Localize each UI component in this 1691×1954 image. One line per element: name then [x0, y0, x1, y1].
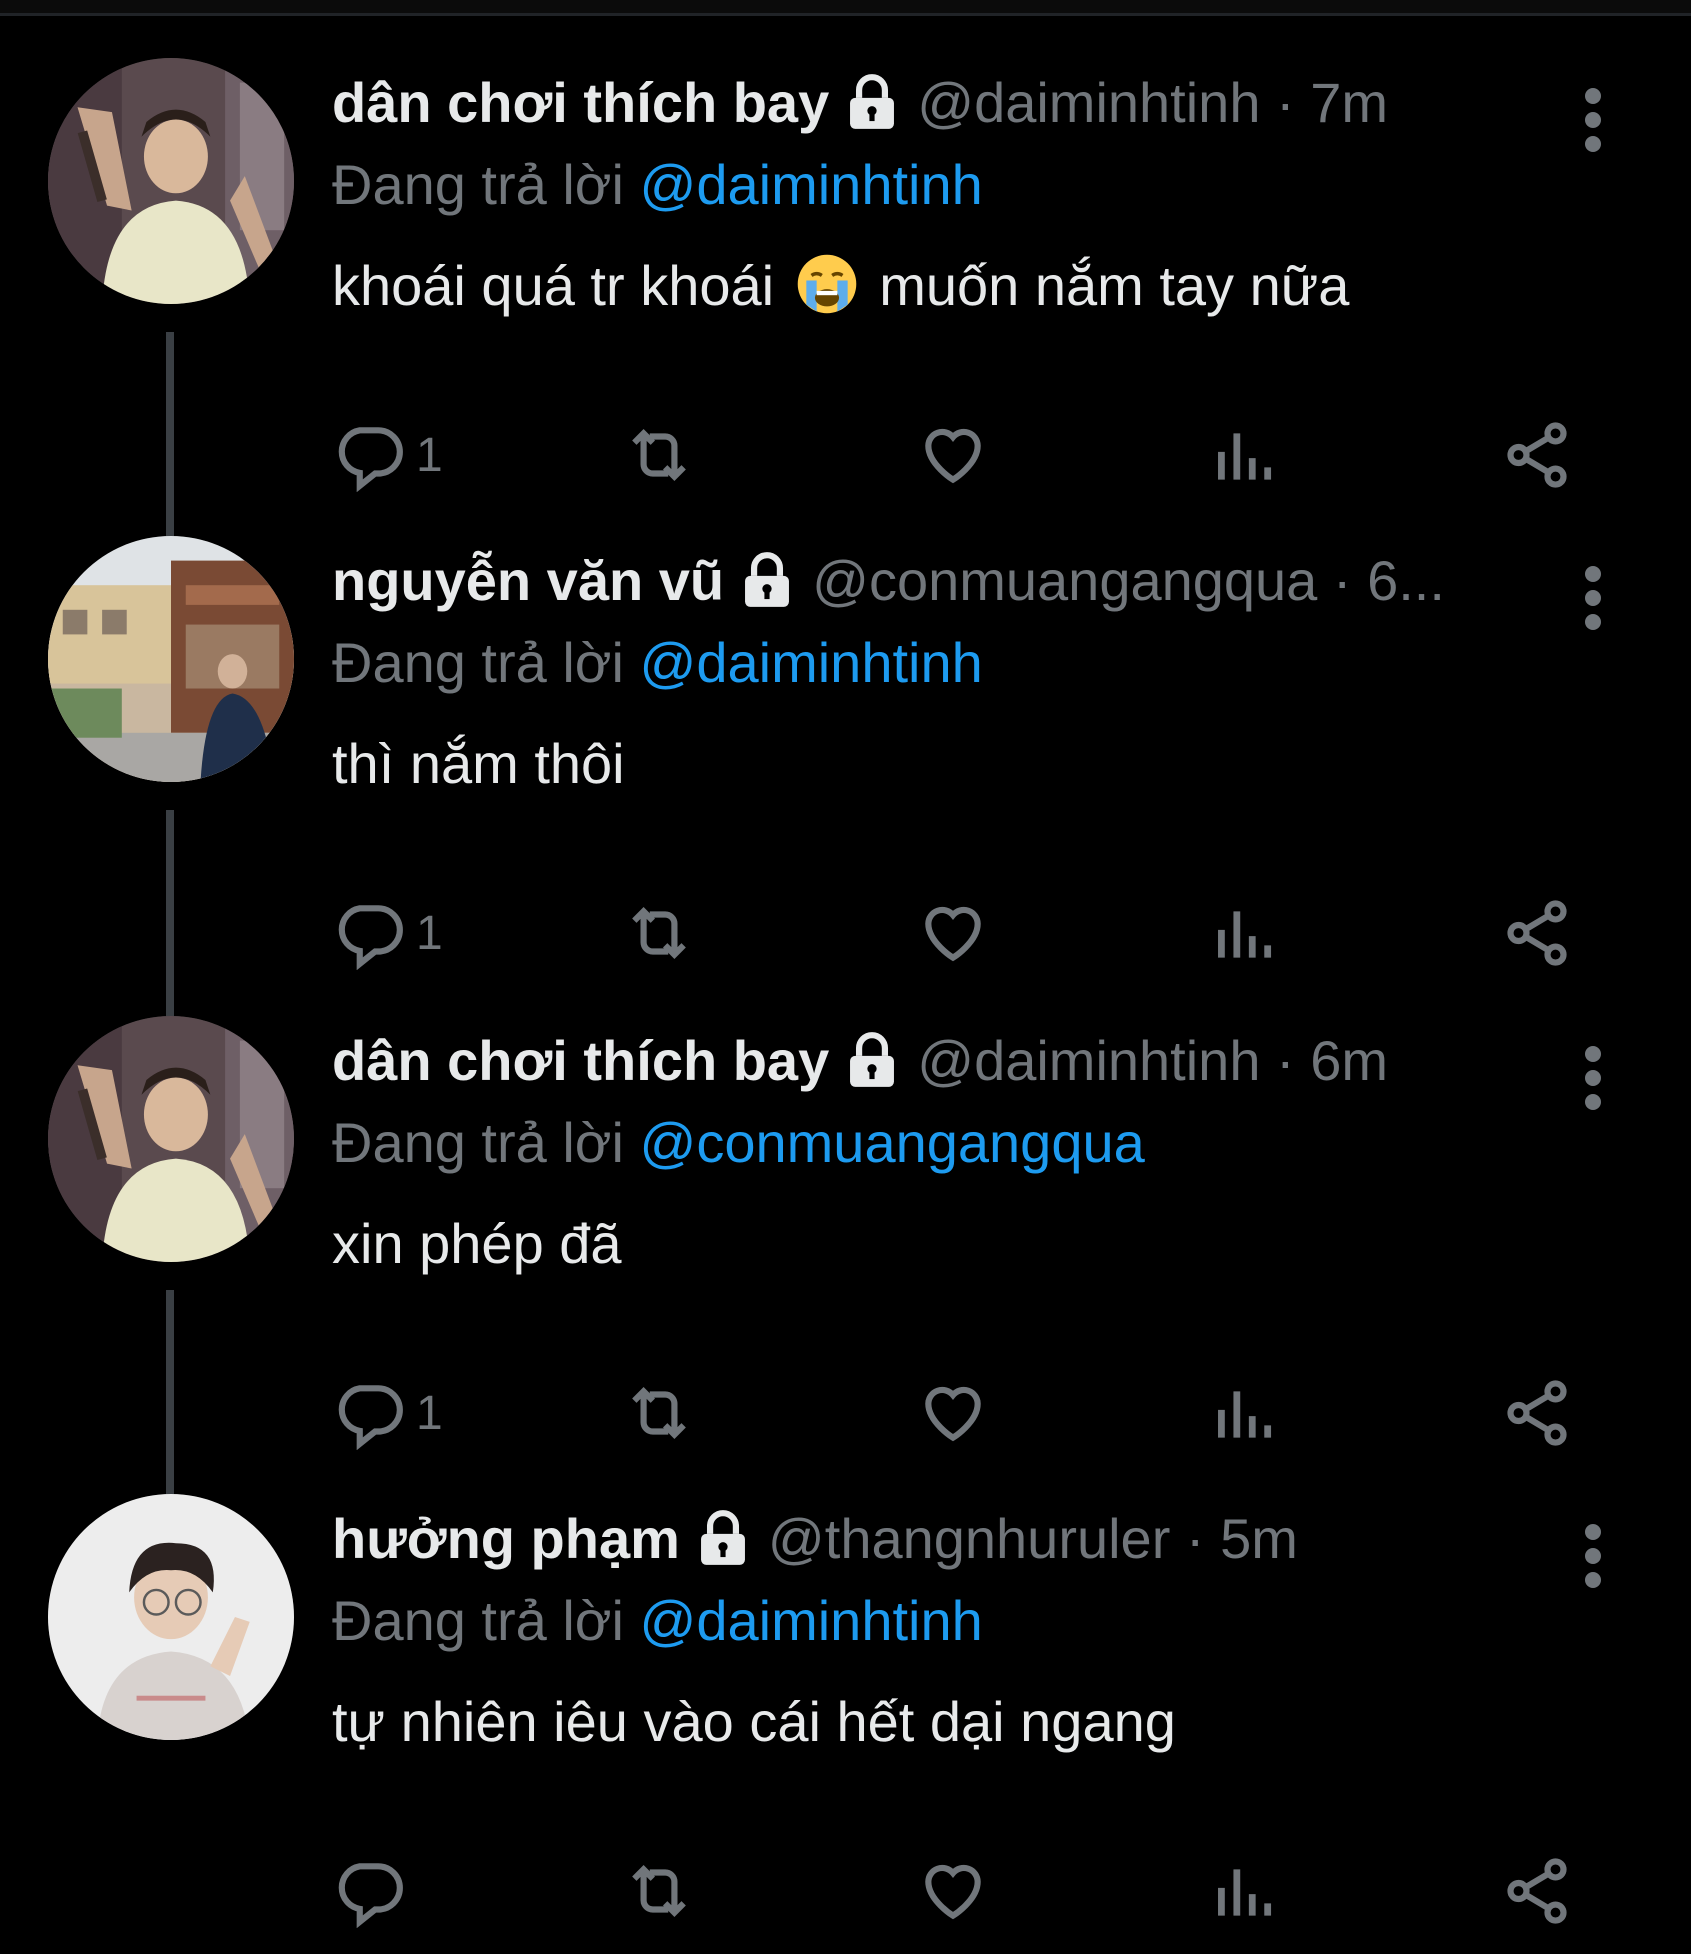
handle-and-time[interactable]: @conmuangangqua · 6...: [812, 546, 1445, 616]
display-name[interactable]: hưởng phạm: [332, 1504, 680, 1574]
like-button[interactable]: [916, 888, 990, 978]
reply-icon: [338, 1385, 403, 1450]
handle-and-time[interactable]: @daiminhtinh · 6m: [917, 1026, 1388, 1096]
like-button[interactable]: [916, 410, 990, 500]
tweet-text-part: muốn nắm tay nữa: [879, 254, 1350, 317]
display-name[interactable]: dân chơi thích bay: [332, 1026, 829, 1096]
reply-icon: [338, 905, 403, 970]
retweet-button[interactable]: [622, 888, 696, 978]
retweet-button[interactable]: [622, 1368, 696, 1458]
replying-to-handle[interactable]: @daiminhtinh: [640, 1589, 983, 1652]
replying-to-handle[interactable]: @daiminhtinh: [640, 631, 983, 694]
more-vertical-icon[interactable]: [1568, 1520, 1618, 1592]
share-button[interactable]: [1500, 888, 1574, 978]
lock-icon: [692, 1508, 754, 1570]
replying-to: Đang trả lời @daiminhtinh: [332, 150, 983, 220]
share-button[interactable]: [1500, 410, 1574, 500]
share-button[interactable]: [1500, 1368, 1574, 1458]
retweet-icon: [632, 1865, 686, 1917]
tweet-actions: 1: [332, 1368, 1622, 1458]
share-icon: [1507, 422, 1567, 488]
tweet-text: khoái quá tr khoái muốn nắm tay nữa: [332, 250, 1349, 322]
replying-to: Đang trả lời @conmuangangqua: [332, 1108, 1145, 1178]
views-chart-icon: [1218, 433, 1272, 480]
avatar[interactable]: [48, 58, 294, 304]
avatar[interactable]: [48, 1494, 294, 1740]
retweet-icon: [632, 1387, 686, 1439]
reply-count: 1: [416, 906, 443, 960]
heart-icon: [925, 906, 981, 962]
more-vertical-icon[interactable]: [1568, 562, 1618, 634]
more-vertical-icon[interactable]: [1568, 84, 1618, 156]
views-button[interactable]: [1206, 410, 1280, 500]
retweet-button[interactable]: [622, 1846, 696, 1936]
display-name[interactable]: nguyễn văn vũ: [332, 546, 724, 616]
handle-and-time[interactable]: @daiminhtinh · 7m: [917, 68, 1388, 138]
tweet-header: nguyễn văn vũ @conmuangangqua · 6...: [332, 546, 1582, 616]
share-icon: [1507, 1380, 1567, 1446]
replying-to-label: Đang trả lời: [332, 631, 624, 694]
avatar[interactable]: [48, 1016, 294, 1262]
reply-icon: [338, 1863, 403, 1928]
views-button[interactable]: [1206, 1846, 1280, 1936]
tweet-header: dân chơi thích bay @daiminhtinh · 6m: [332, 1026, 1582, 1096]
replying-to: Đang trả lời @daiminhtinh: [332, 1586, 983, 1656]
tweet-text: thì nắm thôi: [332, 732, 625, 795]
loudly-crying-face-emoji: [796, 253, 858, 315]
retweet-icon: [632, 907, 686, 959]
replying-to-handle[interactable]: @daiminhtinh: [640, 153, 983, 216]
lock-icon: [841, 1030, 903, 1092]
reply-count: 1: [416, 1386, 443, 1440]
replying-to-label: Đang trả lời: [332, 153, 624, 216]
tweet[interactable]: dân chơi thích bay @daiminhtinh · 7m Đan…: [0, 40, 1691, 552]
reply-button[interactable]: 1: [332, 1368, 443, 1458]
tweet-header: hưởng phạm @thangnhuruler · 5m: [332, 1504, 1582, 1574]
heart-icon: [925, 428, 981, 484]
tweet-actions: 1: [332, 888, 1622, 978]
tweet-text-part: khoái quá tr khoái: [332, 254, 775, 317]
reply-button[interactable]: 1: [332, 410, 443, 500]
tweet-actions: [332, 1846, 1622, 1936]
views-chart-icon: [1218, 911, 1272, 958]
views-chart-icon: [1218, 1869, 1272, 1916]
tweet[interactable]: nguyễn văn vũ @conmuangangqua · 6... Đan…: [0, 518, 1691, 1030]
tweet[interactable]: dân chơi thích bay @daiminhtinh · 6m Đan…: [0, 998, 1691, 1510]
retweet-button[interactable]: [622, 410, 696, 500]
lock-icon: [736, 550, 798, 612]
share-button[interactable]: [1500, 1846, 1574, 1936]
views-button[interactable]: [1206, 888, 1280, 978]
tweet-header: dân chơi thích bay @daiminhtinh · 7m: [332, 68, 1582, 138]
replying-to: Đang trả lời @daiminhtinh: [332, 628, 983, 698]
heart-icon: [925, 1386, 981, 1442]
replying-to-label: Đang trả lời: [332, 1589, 624, 1652]
top-divider: [0, 0, 1691, 16]
share-icon: [1507, 900, 1567, 966]
reply-icon: [338, 427, 403, 492]
like-button[interactable]: [916, 1846, 990, 1936]
thread-line: [166, 810, 174, 1030]
reply-button[interactable]: 1: [332, 888, 443, 978]
replying-to-handle[interactable]: @conmuangangqua: [640, 1111, 1145, 1174]
avatar[interactable]: [48, 536, 294, 782]
replying-to-label: Đang trả lời: [332, 1111, 624, 1174]
more-vertical-icon[interactable]: [1568, 1042, 1618, 1114]
share-icon: [1507, 1858, 1567, 1924]
tweet-actions: 1: [332, 410, 1622, 500]
heart-icon: [925, 1864, 981, 1920]
handle-and-time[interactable]: @thangnhuruler · 5m: [768, 1504, 1298, 1574]
lock-icon: [841, 72, 903, 134]
display-name[interactable]: dân chơi thích bay: [332, 68, 829, 138]
tweet[interactable]: hưởng phạm @thangnhuruler · 5m Đang trả …: [0, 1476, 1691, 1954]
tweet-text: xin phép đã: [332, 1212, 622, 1275]
reply-count: 1: [416, 428, 443, 482]
tweet-text: tự nhiên iêu vào cái hết dại ngang: [332, 1690, 1176, 1753]
retweet-icon: [632, 429, 686, 481]
like-button[interactable]: [916, 1368, 990, 1458]
reply-button[interactable]: [332, 1846, 416, 1936]
views-button[interactable]: [1206, 1368, 1280, 1458]
views-chart-icon: [1218, 1391, 1272, 1438]
